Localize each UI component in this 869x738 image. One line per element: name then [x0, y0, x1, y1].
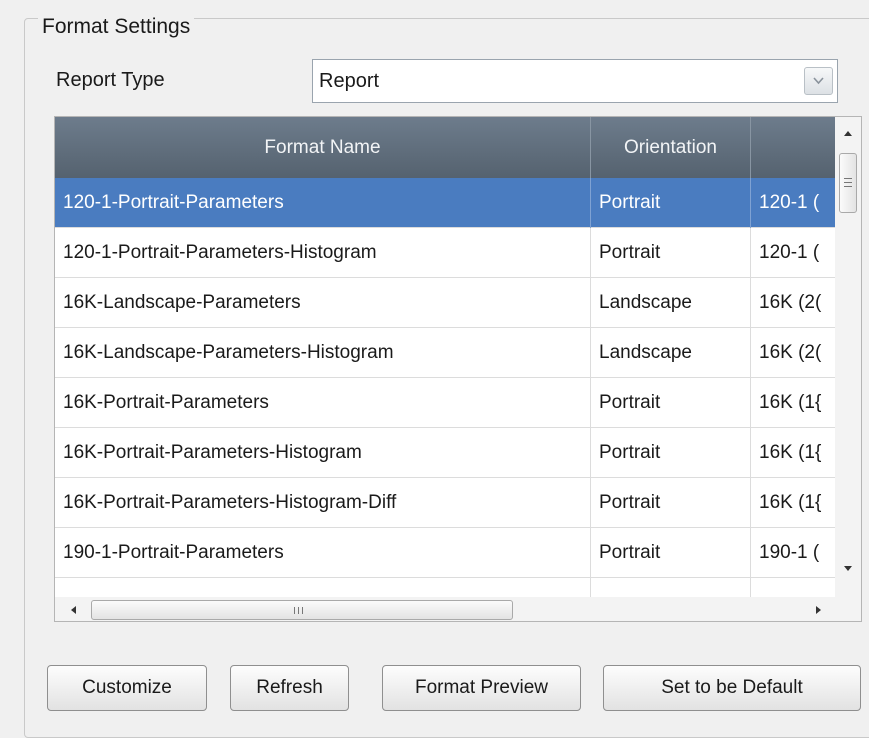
cell-orientation: Portrait	[591, 378, 751, 428]
table-header: Format Name Orientation	[55, 117, 835, 178]
cell-orientation: Landscape	[591, 278, 751, 328]
format-settings-title: Format Settings	[38, 14, 195, 40]
refresh-button[interactable]: Refresh	[230, 665, 349, 711]
table-row[interactable]: 120-1-Portrait-Parameters Portrait 120-1…	[55, 178, 835, 228]
table-row[interactable]: 190-1-Portrait-Parameters Portrait 190-1…	[55, 528, 835, 578]
chevron-down-icon	[813, 77, 824, 85]
table-row[interactable]: 16K-Portrait-Parameters-Histogram-Diff P…	[55, 478, 835, 528]
vertical-scroll-thumb[interactable]	[839, 153, 857, 213]
cell-format-name: 16K-Portrait-Parameters-Histogram-Diff	[55, 478, 591, 528]
cell-orientation	[591, 578, 751, 597]
vertical-scrollbar[interactable]	[835, 117, 861, 597]
set-default-button[interactable]: Set to be Default	[603, 665, 861, 711]
table-row[interactable]: 16K-Portrait-Parameters Portrait 16K (1{	[55, 378, 835, 428]
horizontal-scrollbar[interactable]	[55, 597, 861, 621]
cell-paper-size: 120-1 (	[759, 242, 820, 263]
horizontal-scroll-thumb[interactable]	[91, 600, 513, 620]
cell-paper-size: 190-1 (	[759, 542, 820, 563]
cell-orientation: Portrait	[591, 528, 751, 578]
cell-orientation: Portrait	[591, 478, 751, 528]
table-row[interactable]: 120-1-Portrait-Parameters-Histogram Port…	[55, 228, 835, 278]
format-preview-button[interactable]: Format Preview	[382, 665, 581, 711]
cell-format-name: 16K-Portrait-Parameters	[55, 378, 591, 428]
cell-paper-size: 16K (1{	[759, 392, 822, 413]
scroll-down-arrow-icon[interactable]	[835, 557, 861, 581]
cell-format-name: 16K-Landscape-Parameters	[55, 278, 591, 328]
dropdown-button[interactable]	[804, 67, 833, 95]
customize-button[interactable]: Customize	[47, 665, 207, 711]
cell-format-name: 120-1-Portrait-Parameters-Histogram	[55, 228, 591, 278]
cell-format-name: 16K-Landscape-Parameters-Histogram	[55, 328, 591, 378]
cell-format-name	[55, 578, 591, 597]
cell-orientation: Landscape	[591, 328, 751, 378]
column-header-format-name[interactable]: Format Name	[55, 117, 591, 178]
scroll-up-arrow-icon[interactable]	[835, 121, 861, 145]
cell-orientation: Portrait	[591, 428, 751, 478]
cell-paper-size: 16K (1{	[759, 442, 822, 463]
cell-format-name: 190-1-Portrait-Parameters	[55, 528, 591, 578]
table-row-partial[interactable]	[55, 578, 835, 597]
table-row[interactable]: 16K-Landscape-Parameters-Histogram Lands…	[55, 328, 835, 378]
cell-orientation: Portrait	[591, 178, 751, 228]
cell-paper-size: 120-1 (	[759, 192, 820, 213]
cell-paper-size: 16K (2(	[759, 342, 822, 363]
scroll-left-arrow-icon[interactable]	[61, 597, 85, 621]
format-table[interactable]: Format Name Orientation 120-1-Portrait-P…	[54, 116, 862, 622]
column-header-orientation[interactable]: Orientation	[591, 117, 751, 178]
column-header-paper-size[interactable]	[751, 117, 835, 178]
cell-paper-size: 16K (2(	[759, 292, 822, 313]
cell-format-name: 16K-Portrait-Parameters-Histogram	[55, 428, 591, 478]
report-type-dropdown[interactable]: Report	[312, 59, 838, 103]
scroll-right-arrow-icon[interactable]	[807, 597, 831, 621]
cell-format-name: 120-1-Portrait-Parameters	[55, 178, 591, 228]
table-row[interactable]: 16K-Landscape-Parameters Landscape 16K (…	[55, 278, 835, 328]
report-type-value: Report	[319, 70, 380, 92]
table-row[interactable]: 16K-Portrait-Parameters-Histogram Portra…	[55, 428, 835, 478]
cell-orientation: Portrait	[591, 228, 751, 278]
report-type-label: Report Type	[56, 69, 165, 91]
cell-paper-size: 16K (1{	[759, 492, 822, 513]
